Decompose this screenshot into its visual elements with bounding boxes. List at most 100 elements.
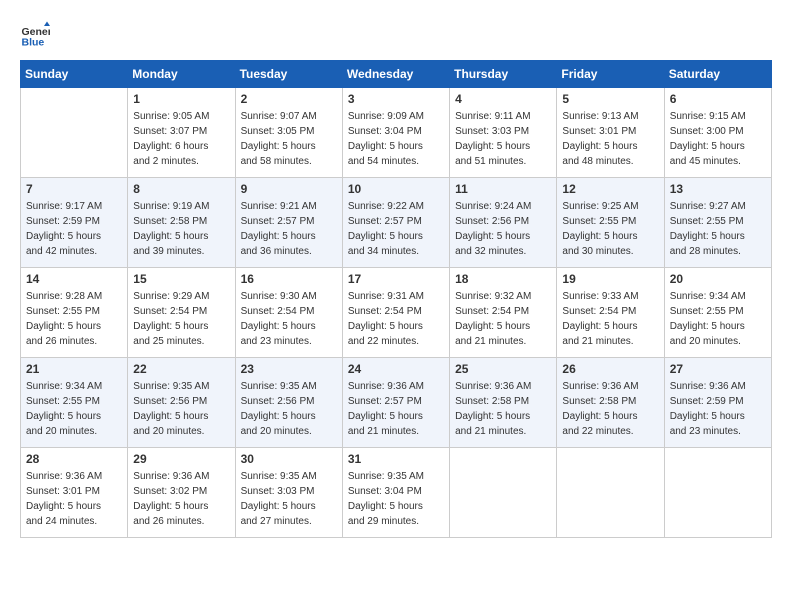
header-friday: Friday xyxy=(557,61,664,88)
header-saturday: Saturday xyxy=(664,61,771,88)
day-info: Sunrise: 9:19 AM Sunset: 2:58 PM Dayligh… xyxy=(133,199,229,259)
day-info: Sunrise: 9:17 AM Sunset: 2:59 PM Dayligh… xyxy=(26,199,122,259)
day-number: 2 xyxy=(241,92,337,106)
week-row-4: 21 Sunrise: 9:34 AM Sunset: 2:55 PM Dayli… xyxy=(21,358,772,448)
day-number: 11 xyxy=(455,182,551,196)
day-number: 20 xyxy=(670,272,766,286)
calendar-cell xyxy=(21,88,128,178)
calendar-cell: 26 Sunrise: 9:36 AM Sunset: 2:58 PM Dayli… xyxy=(557,358,664,448)
day-info: Sunrise: 9:27 AM Sunset: 2:55 PM Dayligh… xyxy=(670,199,766,259)
day-info: Sunrise: 9:35 AM Sunset: 3:03 PM Dayligh… xyxy=(241,469,337,529)
day-number: 8 xyxy=(133,182,229,196)
calendar-cell: 19 Sunrise: 9:33 AM Sunset: 2:54 PM Dayli… xyxy=(557,268,664,358)
day-info: Sunrise: 9:36 AM Sunset: 2:57 PM Dayligh… xyxy=(348,379,444,439)
calendar-cell: 10Sunrise: 9:22 AM Sunset: 2:57 PM Dayli… xyxy=(342,178,449,268)
day-number: 25 xyxy=(455,362,551,376)
day-number: 6 xyxy=(670,92,766,106)
week-row-1: 1 Sunrise: 9:05 AM Sunset: 3:07 PM Daylig… xyxy=(21,88,772,178)
day-number: 21 xyxy=(26,362,122,376)
day-info: Sunrise: 9:36 AM Sunset: 3:01 PM Dayligh… xyxy=(26,469,122,529)
calendar-cell: 9Sunrise: 9:21 AM Sunset: 2:57 PM Daylig… xyxy=(235,178,342,268)
day-info: Sunrise: 9:35 AM Sunset: 3:04 PM Dayligh… xyxy=(348,469,444,529)
day-number: 13 xyxy=(670,182,766,196)
day-info: Sunrise: 9:28 AM Sunset: 2:55 PM Dayligh… xyxy=(26,289,122,349)
week-row-5: 28Sunrise: 9:36 AM Sunset: 3:01 PM Dayli… xyxy=(21,448,772,538)
day-number: 27 xyxy=(670,362,766,376)
calendar-cell: 28Sunrise: 9:36 AM Sunset: 3:01 PM Dayli… xyxy=(21,448,128,538)
day-info: Sunrise: 9:25 AM Sunset: 2:55 PM Dayligh… xyxy=(562,199,658,259)
calendar-cell: 5 Sunrise: 9:13 AM Sunset: 3:01 PM Daylig… xyxy=(557,88,664,178)
header-wednesday: Wednesday xyxy=(342,61,449,88)
day-info: Sunrise: 9:34 AM Sunset: 2:55 PM Dayligh… xyxy=(26,379,122,439)
calendar-cell: 4 Sunrise: 9:11 AM Sunset: 3:03 PM Daylig… xyxy=(450,88,557,178)
calendar-cell: 31 Sunrise: 9:35 AM Sunset: 3:04 PM Dayli… xyxy=(342,448,449,538)
day-info: Sunrise: 9:13 AM Sunset: 3:01 PM Dayligh… xyxy=(562,109,658,169)
day-info: Sunrise: 9:35 AM Sunset: 2:56 PM Dayligh… xyxy=(133,379,229,439)
calendar-cell: 24 Sunrise: 9:36 AM Sunset: 2:57 PM Dayli… xyxy=(342,358,449,448)
calendar-cell: 7 Sunrise: 9:17 AM Sunset: 2:59 PM Daylig… xyxy=(21,178,128,268)
calendar-cell: 15Sunrise: 9:29 AM Sunset: 2:54 PM Dayli… xyxy=(128,268,235,358)
day-info: Sunrise: 9:34 AM Sunset: 2:55 PM Dayligh… xyxy=(670,289,766,349)
day-number: 24 xyxy=(348,362,444,376)
day-number: 19 xyxy=(562,272,658,286)
day-info: Sunrise: 9:22 AM Sunset: 2:57 PM Dayligh… xyxy=(348,199,444,259)
day-info: Sunrise: 9:31 AM Sunset: 2:54 PM Dayligh… xyxy=(348,289,444,349)
calendar-cell: 23Sunrise: 9:35 AM Sunset: 2:56 PM Dayli… xyxy=(235,358,342,448)
calendar-cell: 12Sunrise: 9:25 AM Sunset: 2:55 PM Dayli… xyxy=(557,178,664,268)
calendar-cell: 29 Sunrise: 9:36 AM Sunset: 3:02 PM Dayli… xyxy=(128,448,235,538)
day-number: 5 xyxy=(562,92,658,106)
day-number: 14 xyxy=(26,272,122,286)
calendar-cell: 11 Sunrise: 9:24 AM Sunset: 2:56 PM Dayli… xyxy=(450,178,557,268)
calendar-cell: 2Sunrise: 9:07 AM Sunset: 3:05 PM Daylig… xyxy=(235,88,342,178)
page-header: General Blue xyxy=(20,20,772,50)
day-number: 16 xyxy=(241,272,337,286)
day-info: Sunrise: 9:05 AM Sunset: 3:07 PM Dayligh… xyxy=(133,109,229,169)
day-number: 7 xyxy=(26,182,122,196)
calendar-cell: 21 Sunrise: 9:34 AM Sunset: 2:55 PM Dayli… xyxy=(21,358,128,448)
day-number: 29 xyxy=(133,452,229,466)
day-number: 30 xyxy=(241,452,337,466)
day-number: 26 xyxy=(562,362,658,376)
day-info: Sunrise: 9:24 AM Sunset: 2:56 PM Dayligh… xyxy=(455,199,551,259)
calendar-cell: 18 Sunrise: 9:32 AM Sunset: 2:54 PM Dayli… xyxy=(450,268,557,358)
calendar-cell xyxy=(450,448,557,538)
week-row-2: 7 Sunrise: 9:17 AM Sunset: 2:59 PM Daylig… xyxy=(21,178,772,268)
header-row: SundayMondayTuesdayWednesdayThursdayFrid… xyxy=(21,61,772,88)
calendar-cell: 6Sunrise: 9:15 AM Sunset: 3:00 PM Daylig… xyxy=(664,88,771,178)
day-number: 3 xyxy=(348,92,444,106)
day-info: Sunrise: 9:35 AM Sunset: 2:56 PM Dayligh… xyxy=(241,379,337,439)
day-info: Sunrise: 9:29 AM Sunset: 2:54 PM Dayligh… xyxy=(133,289,229,349)
day-number: 22 xyxy=(133,362,229,376)
day-number: 1 xyxy=(133,92,229,106)
calendar-cell: 30 Sunrise: 9:35 AM Sunset: 3:03 PM Dayli… xyxy=(235,448,342,538)
day-info: Sunrise: 9:33 AM Sunset: 2:54 PM Dayligh… xyxy=(562,289,658,349)
day-info: Sunrise: 9:11 AM Sunset: 3:03 PM Dayligh… xyxy=(455,109,551,169)
calendar-cell: 16 Sunrise: 9:30 AM Sunset: 2:54 PM Dayli… xyxy=(235,268,342,358)
day-info: Sunrise: 9:36 AM Sunset: 2:59 PM Dayligh… xyxy=(670,379,766,439)
day-number: 9 xyxy=(241,182,337,196)
day-number: 31 xyxy=(348,452,444,466)
calendar-cell: 13 Sunrise: 9:27 AM Sunset: 2:55 PM Dayli… xyxy=(664,178,771,268)
header-sunday: Sunday xyxy=(21,61,128,88)
logo: General Blue xyxy=(20,20,54,50)
day-info: Sunrise: 9:30 AM Sunset: 2:54 PM Dayligh… xyxy=(241,289,337,349)
calendar-cell: 1 Sunrise: 9:05 AM Sunset: 3:07 PM Daylig… xyxy=(128,88,235,178)
calendar-cell xyxy=(664,448,771,538)
calendar-cell xyxy=(557,448,664,538)
logo-icon: General Blue xyxy=(20,20,50,50)
calendar-table: SundayMondayTuesdayWednesdayThursdayFrid… xyxy=(20,60,772,538)
day-number: 18 xyxy=(455,272,551,286)
header-thursday: Thursday xyxy=(450,61,557,88)
day-number: 17 xyxy=(348,272,444,286)
calendar-cell: 8 Sunrise: 9:19 AM Sunset: 2:58 PM Daylig… xyxy=(128,178,235,268)
calendar-cell: 25Sunrise: 9:36 AM Sunset: 2:58 PM Dayli… xyxy=(450,358,557,448)
calendar-cell: 3Sunrise: 9:09 AM Sunset: 3:04 PM Daylig… xyxy=(342,88,449,178)
day-info: Sunrise: 9:32 AM Sunset: 2:54 PM Dayligh… xyxy=(455,289,551,349)
calendar-cell: 17 Sunrise: 9:31 AM Sunset: 2:54 PM Dayli… xyxy=(342,268,449,358)
calendar-cell: 22 Sunrise: 9:35 AM Sunset: 2:56 PM Dayli… xyxy=(128,358,235,448)
day-info: Sunrise: 9:36 AM Sunset: 2:58 PM Dayligh… xyxy=(562,379,658,439)
day-number: 4 xyxy=(455,92,551,106)
day-info: Sunrise: 9:36 AM Sunset: 3:02 PM Dayligh… xyxy=(133,469,229,529)
calendar-cell: 27 Sunrise: 9:36 AM Sunset: 2:59 PM Dayli… xyxy=(664,358,771,448)
svg-text:Blue: Blue xyxy=(22,37,45,49)
